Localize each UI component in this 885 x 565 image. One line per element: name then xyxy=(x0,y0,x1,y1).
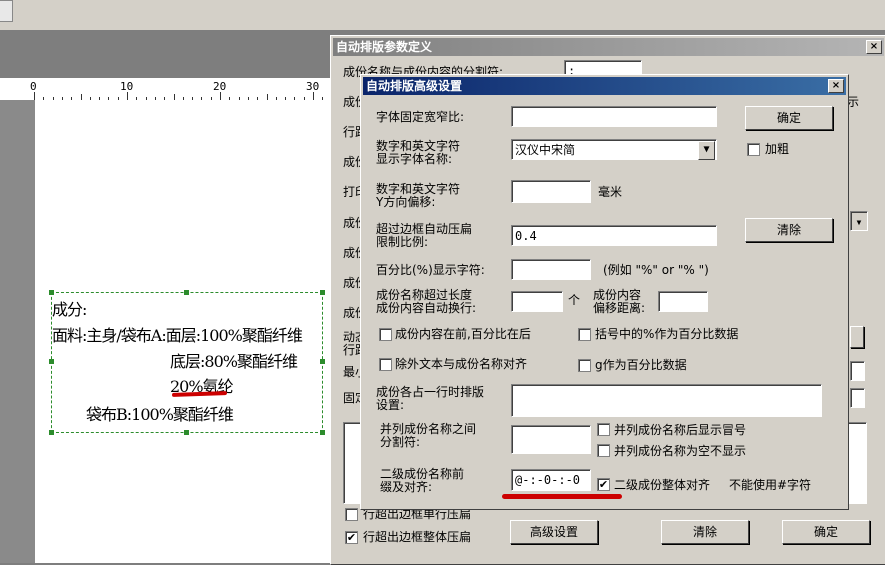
paper-text-line: 底层:80%聚酯纤维 xyxy=(170,352,298,371)
digit-font-label: 数字和英文字符 显示字体名称: xyxy=(376,139,461,166)
bracket-percent-label: 括号中的%作为百分比数据 xyxy=(595,327,739,341)
g-percent-checkbox[interactable] xyxy=(578,359,591,372)
bold-checkbox[interactable] xyxy=(747,143,760,156)
y-offset-label: 数字和英文字符 Y方向偏移: xyxy=(376,182,461,209)
ruler-tick xyxy=(220,92,221,100)
resize-handle[interactable] xyxy=(49,290,54,295)
advanced-settings-dialog: 自动排版高级设置 × 字体固定宽窄比: 确定 数字和英文字符 显示字体名称: 汉… xyxy=(360,74,849,510)
show-colon-label: 并列成份名称后显示冒号 xyxy=(614,423,747,437)
resize-handle[interactable] xyxy=(184,290,189,295)
paper-text-line: 面料:主身/袋布A:面层:100%聚酯纤维 xyxy=(52,326,303,345)
compress-input[interactable]: 0.4 xyxy=(511,225,717,246)
g-percent-label: g作为百分比数据 xyxy=(595,358,687,372)
one-line-input[interactable] xyxy=(511,384,822,417)
stretch-row-label: 行超出边框整体压扁 xyxy=(363,530,472,544)
dialog-titlebar: 自动排版参数定义 × xyxy=(333,38,884,56)
one-line-label: 成份各占一行时排版 设置: xyxy=(376,385,485,412)
resize-handle[interactable] xyxy=(49,359,54,364)
align-extra-label: 除外文本与成份名称对齐 xyxy=(395,357,528,371)
indent-input[interactable] xyxy=(658,291,708,312)
align-extra-checkbox[interactable] xyxy=(379,358,392,371)
advanced-settings-button[interactable]: 高级设置 xyxy=(510,520,598,544)
canvas-margin xyxy=(0,100,35,563)
compress-label: 超过边框自动压扁 限制比例: xyxy=(376,222,473,249)
dropdown-arrow-button[interactable]: ▾ xyxy=(850,211,868,231)
resize-handle[interactable] xyxy=(184,430,189,435)
percent-input[interactable] xyxy=(511,259,591,280)
digit-font-select[interactable]: 汉仪中宋简 ▼ xyxy=(511,139,717,160)
resize-handle[interactable] xyxy=(320,359,325,364)
indent-label: 成份内容 偏移距离: xyxy=(593,288,646,315)
stretch-row-checkbox[interactable]: ✔ xyxy=(345,531,358,544)
toolbar-button[interactable] xyxy=(0,0,13,22)
horizontal-ruler: 0 10 20 30 xyxy=(0,78,342,101)
ruler-tick xyxy=(313,92,314,100)
whole-align-checkbox[interactable]: ✔ xyxy=(597,478,610,491)
resize-handle[interactable] xyxy=(320,290,325,295)
close-button[interactable]: × xyxy=(866,40,882,54)
name-separator-label: 并列成份名称之间 分割符: xyxy=(380,422,477,449)
content-first-checkbox[interactable] xyxy=(379,328,392,341)
content-first-label: 成份内容在前,百分比在后 xyxy=(395,327,531,341)
percent-example: (例如 "%" or "% ") xyxy=(603,263,709,277)
prefix-input[interactable]: @-:-0-:-0 xyxy=(511,469,591,491)
hide-empty-checkbox[interactable] xyxy=(597,444,610,457)
stretch-single-checkbox[interactable] xyxy=(345,508,358,521)
show-colon-checkbox[interactable] xyxy=(597,423,610,436)
side-input[interactable] xyxy=(850,388,865,408)
wrap-label: 成份名称超过长度 成份内容自动换行: xyxy=(376,288,477,315)
hide-empty-label: 并列成份名称为空不显示 xyxy=(614,444,747,458)
resize-handle[interactable] xyxy=(320,430,325,435)
ok-button[interactable]: 确定 xyxy=(782,520,870,544)
clear-button[interactable]: 清除 xyxy=(745,218,833,242)
ruler-tick xyxy=(34,92,35,100)
no-hash-note: 不能使用#字符 xyxy=(729,478,812,492)
dialog-title: 自动排版高级设置 xyxy=(366,79,463,93)
annotation-underline xyxy=(502,494,622,499)
dialog-titlebar: 自动排版高级设置 × xyxy=(363,77,846,95)
name-separator-input[interactable] xyxy=(511,425,591,454)
confirm-button[interactable]: 确定 xyxy=(745,106,833,130)
bracket-percent-checkbox[interactable] xyxy=(578,328,591,341)
ruler-tick xyxy=(127,92,128,100)
bold-label: 加粗 xyxy=(765,142,790,156)
clear-button[interactable]: 清除 xyxy=(661,520,749,544)
dialog-title: 自动排版参数定义 xyxy=(336,40,433,54)
paper-text-line: 成分: xyxy=(52,300,87,319)
prefix-label: 二级成份名称前 缀及对齐: xyxy=(380,467,465,494)
side-button[interactable] xyxy=(850,326,864,348)
chevron-down-icon[interactable]: ▼ xyxy=(698,141,715,160)
mm-unit: 毫米 xyxy=(598,185,623,199)
percent-label: 百分比(%)显示字符: xyxy=(376,263,485,277)
resize-handle[interactable] xyxy=(49,430,54,435)
font-width-input[interactable] xyxy=(511,106,717,127)
close-button[interactable]: × xyxy=(828,79,844,93)
font-width-label: 字体固定宽窄比: xyxy=(376,110,465,124)
side-input[interactable] xyxy=(850,361,865,381)
digit-font-value: 汉仪中宋简 xyxy=(515,143,576,157)
wrap-unit: 个 xyxy=(568,293,581,307)
toolbar-strip xyxy=(0,0,885,30)
wrap-input[interactable] xyxy=(511,291,563,312)
y-offset-input[interactable] xyxy=(511,180,591,203)
paper-text-line: 袋布B:100%聚酯纤维 xyxy=(86,405,234,424)
whole-align-label: 二级成份整体对齐 xyxy=(614,478,711,492)
